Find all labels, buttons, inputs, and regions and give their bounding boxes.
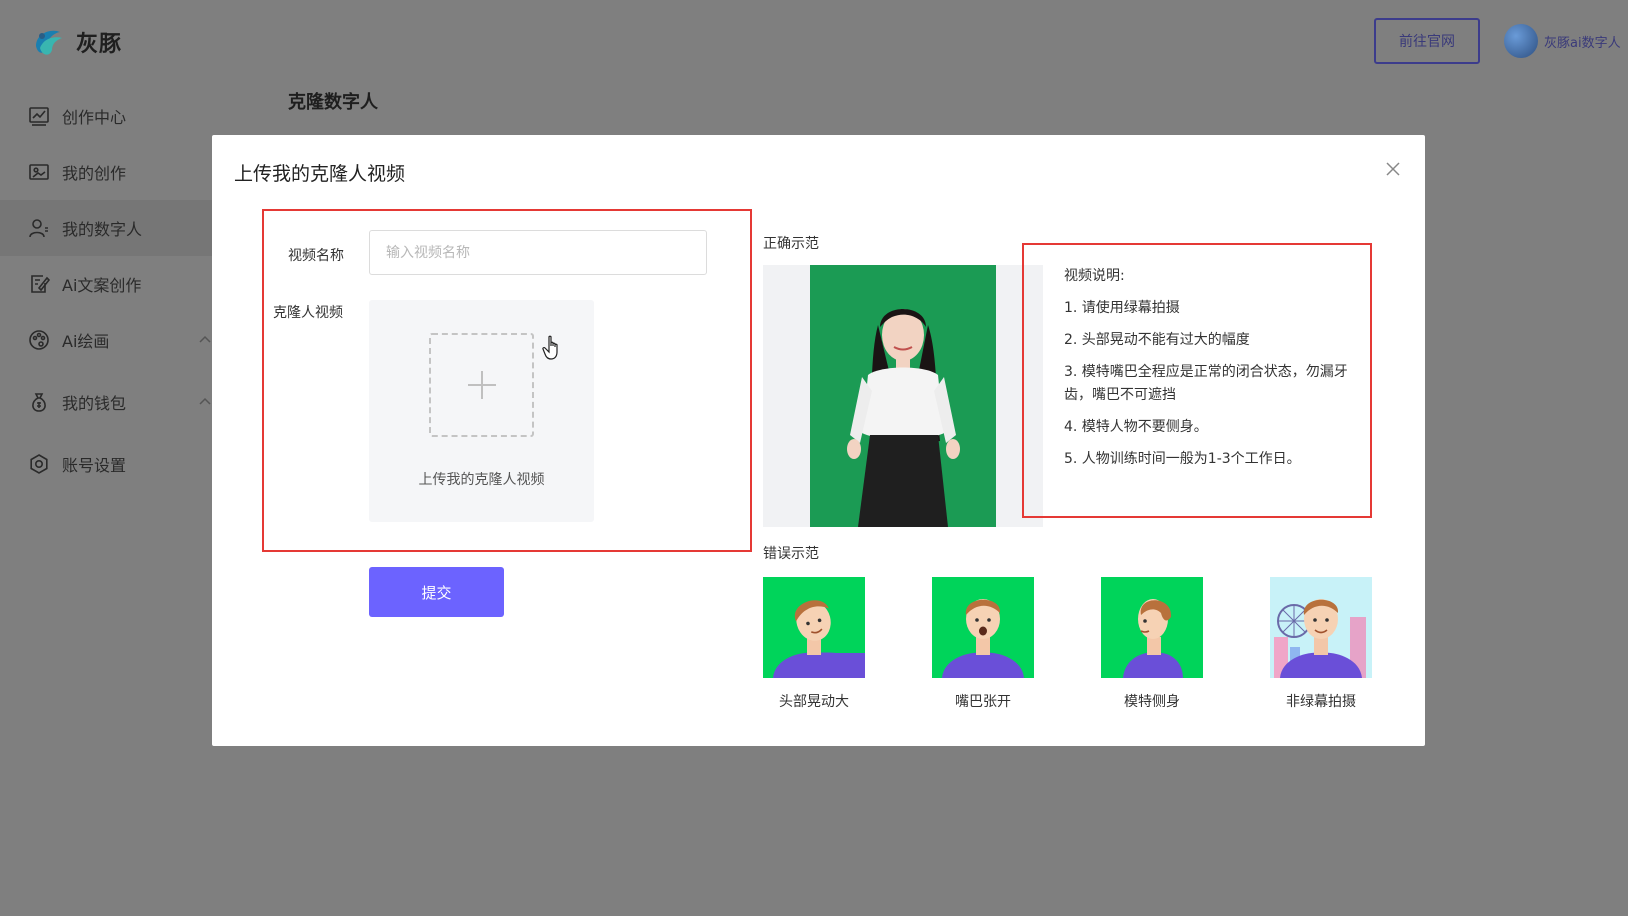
avatar [1504, 24, 1538, 58]
user-menu[interactable]: 灰豚ai数字人 [1504, 24, 1621, 58]
upload-clone-video-dialog: 上传我的克隆人视频 视频名称 克隆人视频 上传我的克隆人视频 提交 正确示范 [212, 135, 1425, 746]
video-name-input[interactable] [369, 230, 707, 275]
instruction-item: 4. 模特人物不要侧身。 [1064, 419, 1208, 435]
video-instructions: 视频说明: 1. 请使用绿幕拍摄 2. 头部晃动不能有过大的幅度 3. 模特嘴巴… [1064, 265, 1364, 480]
edit-doc-icon [28, 273, 50, 295]
video-name-label: 视频名称 [288, 248, 344, 264]
correct-example-image [763, 265, 1043, 527]
instruction-item: 3. 模特嘴巴全程应是正常的闭合状态，勿漏牙齿，嘴巴不可遮挡 [1064, 364, 1348, 403]
chevron-up-icon[interactable] [198, 396, 212, 406]
wrong-example-caption: 嘴巴张开 [955, 694, 1011, 710]
hand-cursor-icon [542, 335, 558, 360]
sidebar-item-ai-copywriting[interactable]: Ai文案创作 [0, 256, 212, 312]
upload-dropzone[interactable] [429, 333, 534, 437]
submit-button[interactable]: 提交 [369, 567, 504, 617]
plus-icon [467, 371, 496, 399]
wrong-example-head-shake: 头部晃动大 [763, 577, 865, 711]
money-bag-icon [28, 391, 50, 413]
sidebar-item-label: Ai文案创作 [62, 276, 142, 295]
sidebar-item-label: 我的创作 [62, 164, 127, 183]
dialog-title: 上传我的克隆人视频 [234, 163, 406, 185]
page-title: 克隆数字人 [288, 92, 378, 113]
image-card-icon [28, 161, 50, 183]
logo-text: 灰豚 [76, 32, 123, 57]
user-name: 灰豚ai数字人 [1544, 35, 1621, 51]
sidebar-item-label: 创作中心 [62, 108, 127, 127]
instruction-item: 5. 人物训练时间一般为1-3个工作日。 [1064, 451, 1301, 467]
upload-video-area[interactable]: 上传我的克隆人视频 [369, 300, 594, 522]
clone-video-label: 克隆人视频 [273, 305, 343, 321]
official-site-button[interactable]: 前往官网 [1374, 18, 1480, 64]
chevron-up-icon[interactable] [198, 334, 212, 344]
wrong-example-caption: 非绿幕拍摄 [1286, 694, 1356, 710]
sidebar-item-account-settings[interactable]: 账号设置 [0, 436, 212, 492]
sidebar-item-ai-painting[interactable]: Ai绘画 [0, 312, 212, 368]
instructions-title: 视频说明: [1064, 268, 1125, 284]
correct-example-title: 正确示范 [763, 236, 819, 252]
sidebar-item-my-wallet[interactable]: 我的钱包 [0, 374, 212, 430]
close-icon[interactable] [1379, 155, 1407, 183]
logo[interactable]: 灰豚 [30, 24, 122, 60]
wrong-example-caption: 头部晃动大 [779, 694, 849, 710]
wrong-example-image [763, 577, 865, 678]
instruction-item: 2. 头部晃动不能有过大的幅度 [1064, 332, 1250, 348]
sidebar: 创作中心 我的创作 我的数字人 Ai文案创作 Ai绘画 我的钱包 账号设置 [0, 88, 212, 492]
wrong-example-image [1101, 577, 1203, 678]
sidebar-item-my-creations[interactable]: 我的创作 [0, 144, 212, 200]
upload-text: 上传我的克隆人视频 [418, 472, 545, 488]
wrong-example-no-green-screen: 非绿幕拍摄 [1270, 577, 1372, 711]
sidebar-item-label: 我的钱包 [62, 394, 127, 413]
sidebar-item-label: 账号设置 [62, 456, 127, 475]
top-bar: 灰豚 前往官网 灰豚ai数字人 [0, 0, 1628, 80]
sidebar-item-my-digital-human[interactable]: 我的数字人 [0, 200, 212, 256]
dolphin-logo-icon [36, 30, 62, 55]
instruction-item: 1. 请使用绿幕拍摄 [1064, 300, 1180, 316]
chart-line-icon [28, 105, 50, 127]
wrong-example-image [932, 577, 1034, 678]
wrong-example-title: 错误示范 [763, 546, 819, 562]
gear-icon [28, 453, 50, 475]
user-icon [28, 217, 50, 239]
palette-icon [28, 329, 50, 351]
wrong-example-side-view: 模特侧身 [1101, 577, 1203, 711]
wrong-example-image [1270, 577, 1372, 678]
wrong-example-mouth-open: 嘴巴张开 [932, 577, 1034, 711]
sidebar-item-label: 我的数字人 [62, 220, 143, 239]
wrong-example-caption: 模特侧身 [1124, 694, 1180, 710]
sidebar-item-creation-center[interactable]: 创作中心 [0, 88, 212, 144]
sidebar-item-label: Ai绘画 [62, 332, 110, 351]
